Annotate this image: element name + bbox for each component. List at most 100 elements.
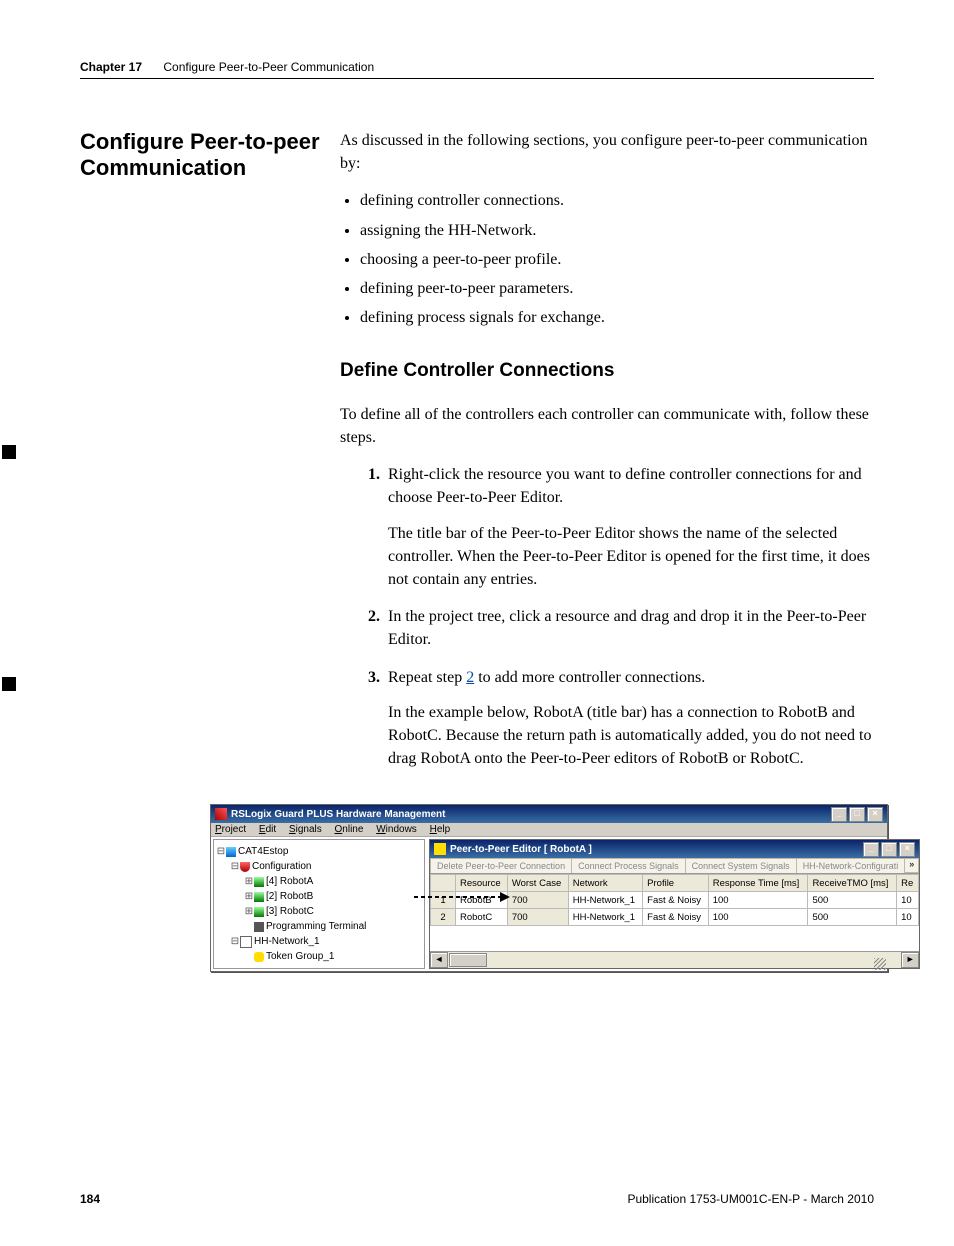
tree-configuration[interactable]: Configuration	[252, 861, 311, 872]
grid-header-row: Resource Worst Case Network Profile Resp…	[431, 875, 919, 892]
section-heading: Configure Peer-to-peer Communication	[80, 129, 340, 182]
cell-re[interactable]: 10	[897, 892, 919, 909]
cell-resource[interactable]: RobotC	[456, 909, 508, 926]
menu-help[interactable]: Help	[430, 824, 451, 835]
col-receive-tmo[interactable]: ReceiveTMO [ms]	[808, 875, 897, 892]
resource-icon	[254, 907, 264, 917]
editor-tabs: Delete Peer-to-Peer Connection Connect P…	[430, 858, 919, 874]
tab-overflow-button[interactable]: »	[904, 858, 919, 873]
cell-network[interactable]: HH-Network_1	[568, 909, 642, 926]
terminal-icon	[254, 922, 264, 932]
tree-robot-c[interactable]: [3] RobotC	[266, 906, 314, 917]
chapter-title: Configure Peer-to-Peer Communication	[163, 60, 374, 74]
publication-id: Publication 1753-UM001C-EN-P - March 201…	[627, 1192, 874, 1206]
project-icon	[226, 847, 236, 857]
menu-online[interactable]: Online	[335, 824, 364, 835]
minimize-button[interactable]: _	[831, 807, 847, 822]
step-text: Right-click the resource you want to def…	[388, 466, 862, 506]
change-bar-icon	[2, 445, 16, 459]
step-text-suffix: to add more controller connections.	[474, 669, 705, 686]
step-extra: In the example below, RobotA (title bar)…	[388, 701, 874, 771]
cell-profile[interactable]: Fast & Noisy	[643, 892, 709, 909]
col-profile[interactable]: Profile	[643, 875, 709, 892]
change-bar-icon	[2, 677, 16, 691]
tree-robot-a[interactable]: [4] RobotA	[266, 876, 313, 887]
page-footer: 184 Publication 1753-UM001C-EN-P - March…	[80, 1192, 874, 1206]
bullet-item: defining process signals for exchange.	[360, 306, 874, 329]
tree-hh-network[interactable]: HH-Network_1	[254, 936, 320, 947]
cell-network[interactable]: HH-Network_1	[568, 892, 642, 909]
editor-titlebar[interactable]: Peer-to-Peer Editor [ RobotA ] _ □ ×	[430, 840, 919, 858]
step-2: In the project tree, click a resource an…	[384, 605, 874, 651]
tree-robot-b[interactable]: [2] RobotB	[266, 891, 313, 902]
menu-bar[interactable]: PProjectroject Edit Signals Online Windo…	[211, 823, 887, 837]
step-link[interactable]: 2	[466, 669, 474, 686]
scroll-thumb[interactable]	[449, 953, 487, 967]
menu-project[interactable]: PProjectroject	[215, 824, 246, 835]
close-button[interactable]: ×	[899, 842, 915, 857]
step-1: Right-click the resource you want to def…	[384, 463, 874, 591]
cell-resource[interactable]: RobotB	[456, 892, 508, 909]
col-response-time[interactable]: Response Time [ms]	[708, 875, 808, 892]
subsection-intro: To define all of the controllers each co…	[340, 403, 874, 449]
menu-signals[interactable]: Signals	[289, 824, 322, 835]
col-rownum[interactable]	[431, 875, 456, 892]
editor-title: Peer-to-Peer Editor [ RobotA ]	[450, 844, 592, 855]
cell-receive-tmo[interactable]: 500	[808, 909, 897, 926]
folder-icon	[240, 862, 250, 872]
col-resource[interactable]: Resource	[456, 875, 508, 892]
tree-token-group[interactable]: Token Group_1	[266, 951, 334, 962]
cell-rownum: 2	[431, 909, 456, 926]
cell-receive-tmo[interactable]: 500	[808, 892, 897, 909]
app-icon	[215, 808, 227, 820]
tree-root[interactable]: CAT4Estop	[238, 846, 288, 857]
cell-re[interactable]: 10	[897, 909, 919, 926]
menu-windows[interactable]: Windows	[376, 824, 417, 835]
tab-connect-process-signals[interactable]: Connect Process Signals	[571, 858, 686, 873]
cell-response-time[interactable]: 100	[708, 909, 808, 926]
scroll-left-button[interactable]: ◄	[430, 952, 448, 968]
maximize-button[interactable]: □	[881, 842, 897, 857]
cell-response-time[interactable]: 100	[708, 892, 808, 909]
tab-delete-connection[interactable]: Delete Peer-to-Peer Connection	[430, 858, 572, 873]
tab-hh-network-config[interactable]: HH-Network-Configurati	[796, 858, 906, 873]
peer-to-peer-editor: Peer-to-Peer Editor [ RobotA ] _ □ × Del…	[429, 839, 920, 969]
intro-bullets: defining controller connections. assigni…	[340, 189, 874, 329]
tree-programming-terminal[interactable]: Programming Terminal	[266, 921, 366, 932]
scroll-right-button[interactable]: ►	[901, 952, 919, 968]
cell-profile[interactable]: Fast & Noisy	[643, 909, 709, 926]
cell-worst-case[interactable]: 700	[507, 892, 568, 909]
table-row[interactable]: 1 RobotB 700 HH-Network_1 Fast & Noisy 1…	[431, 892, 919, 909]
step-extra: The title bar of the Peer-to-Peer Editor…	[388, 522, 874, 592]
intro-paragraph: As discussed in the following sections, …	[340, 129, 874, 175]
token-group-icon	[254, 952, 264, 962]
project-tree[interactable]: ⊟CAT4Estop ⊟Configuration ⊞[4] RobotA ⊞[…	[213, 839, 425, 969]
connection-grid[interactable]: Resource Worst Case Network Profile Resp…	[430, 874, 919, 926]
col-worst-case[interactable]: Worst Case	[507, 875, 568, 892]
app-titlebar[interactable]: RSLogix Guard PLUS Hardware Management _…	[211, 805, 887, 823]
col-network[interactable]: Network	[568, 875, 642, 892]
chapter-label: Chapter 17	[80, 60, 142, 74]
tab-connect-system-signals[interactable]: Connect System Signals	[685, 858, 797, 873]
editor-icon	[434, 843, 446, 855]
col-re-truncated[interactable]: Re	[897, 875, 919, 892]
page-number: 184	[80, 1192, 100, 1206]
minimize-button[interactable]: _	[863, 842, 879, 857]
step-3: Repeat step 2 to add more controller con…	[384, 666, 874, 771]
table-row[interactable]: 2 RobotC 700 HH-Network_1 Fast & Noisy 1…	[431, 909, 919, 926]
bullet-item: defining controller connections.	[360, 189, 874, 212]
procedure-steps: Right-click the resource you want to def…	[340, 463, 874, 770]
close-button[interactable]: ×	[867, 807, 883, 822]
menu-edit[interactable]: Edit	[259, 824, 276, 835]
cell-worst-case[interactable]: 700	[507, 909, 568, 926]
horizontal-scrollbar[interactable]: ◄ ►	[430, 951, 919, 968]
maximize-button[interactable]: □	[849, 807, 865, 822]
step-text: In the project tree, click a resource an…	[388, 608, 866, 648]
app-title: RSLogix Guard PLUS Hardware Management	[231, 809, 446, 820]
resize-grip-icon[interactable]	[874, 958, 886, 970]
subsection-heading: Define Controller Connections	[340, 357, 874, 385]
bullet-item: assigning the HH-Network.	[360, 219, 874, 242]
resource-icon	[254, 892, 264, 902]
resource-icon	[254, 877, 264, 887]
bullet-item: choosing a peer-to-peer profile.	[360, 248, 874, 271]
